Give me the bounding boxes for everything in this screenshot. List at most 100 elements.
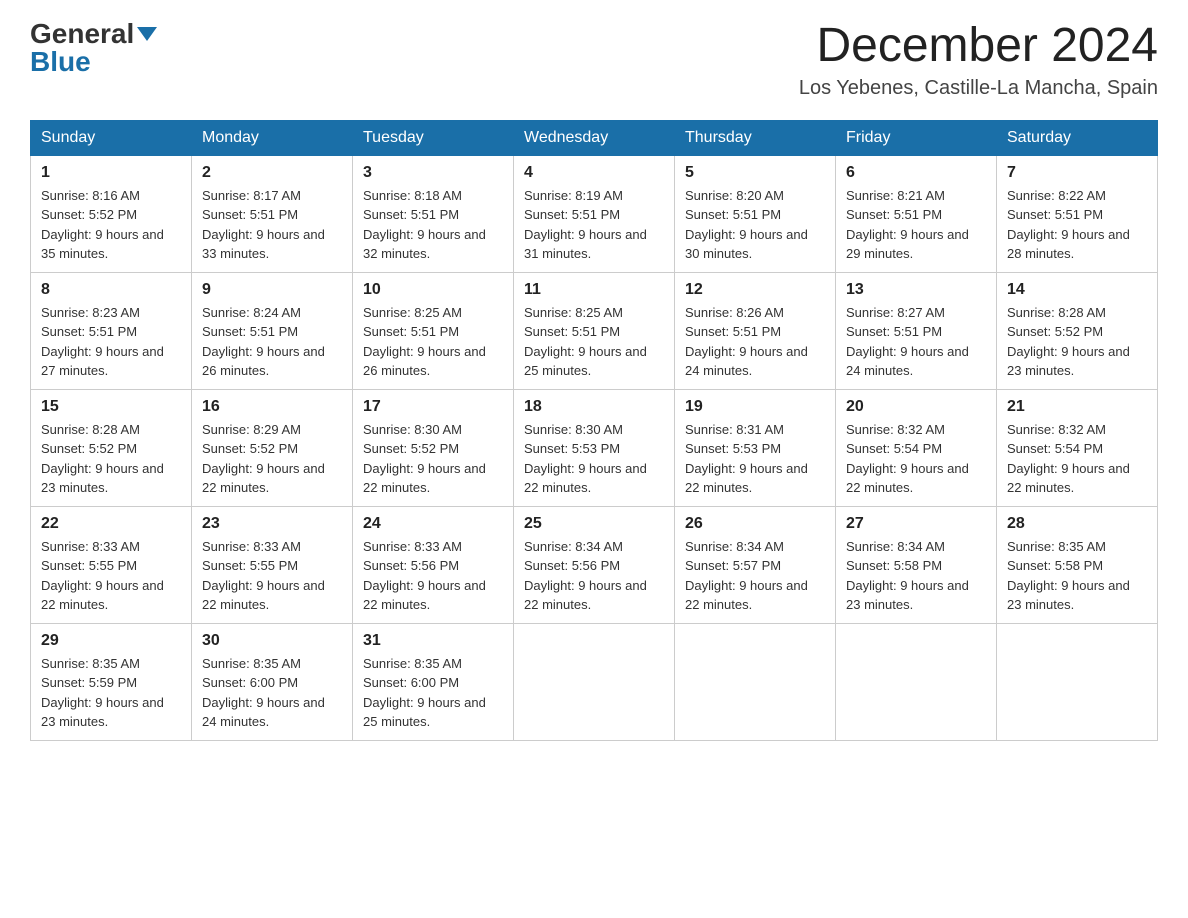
day-number: 12 [685,281,825,299]
title-section: December 2024 Los Yebenes, Castille-La M… [799,20,1158,100]
day-info: Sunrise: 8:34 AMSunset: 5:56 PMDaylight:… [524,537,664,615]
calendar-cell: 29Sunrise: 8:35 AMSunset: 5:59 PMDayligh… [31,623,192,740]
calendar-cell: 19 Sunrise: 8:31 AMSunset: 5:53 PMDayligh… [675,389,836,506]
day-number: 30 [202,632,342,650]
day-number: 1 [41,164,181,182]
day-number: 9 [202,281,342,299]
calendar-cell [836,623,997,740]
calendar-cell: 25Sunrise: 8:34 AMSunset: 5:56 PMDayligh… [514,506,675,623]
page-header: General Blue December 2024 Los Yebenes, … [30,20,1158,100]
day-info: Sunrise: 8:31 AMSunset: 5:53 PMDaylight:… [685,420,825,498]
day-info: Sunrise: 8:25 AMSunset: 5:51 PMDaylight:… [524,303,664,381]
weekday-header-friday: Friday [836,120,997,155]
day-number: 15 [41,398,181,416]
calendar-cell: 17Sunrise: 8:30 AMSunset: 5:52 PMDayligh… [353,389,514,506]
calendar-cell: 31 Sunrise: 8:35 AMSunset: 6:00 PMDayligh… [353,623,514,740]
day-number: 24 [363,515,503,533]
day-info: Sunrise: 8:19 AMSunset: 5:51 PMDaylight:… [524,186,664,264]
weekday-header-tuesday: Tuesday [353,120,514,155]
day-number: 31 [363,632,503,650]
day-info: Sunrise: 8:35 AMSunset: 5:58 PMDaylight:… [1007,537,1147,615]
calendar-header-row: SundayMondayTuesdayWednesdayThursdayFrid… [31,120,1158,155]
day-info: Sunrise: 8:16 AMSunset: 5:52 PMDaylight:… [41,186,181,264]
calendar-cell: 23 Sunrise: 8:33 AMSunset: 5:55 PMDayligh… [192,506,353,623]
calendar-cell: 16 Sunrise: 8:29 AMSunset: 5:52 PMDayligh… [192,389,353,506]
calendar-cell: 22 Sunrise: 8:33 AMSunset: 5:55 PMDayligh… [31,506,192,623]
day-info: Sunrise: 8:29 AMSunset: 5:52 PMDaylight:… [202,420,342,498]
day-number: 14 [1007,281,1147,299]
calendar-cell: 13 Sunrise: 8:27 AMSunset: 5:51 PMDayligh… [836,272,997,389]
calendar-cell: 1 Sunrise: 8:16 AMSunset: 5:52 PMDaylight… [31,155,192,272]
calendar-cell: 30 Sunrise: 8:35 AMSunset: 6:00 PMDayligh… [192,623,353,740]
day-number: 23 [202,515,342,533]
calendar-cell: 18Sunrise: 8:30 AMSunset: 5:53 PMDayligh… [514,389,675,506]
day-number: 22 [41,515,181,533]
day-number: 28 [1007,515,1147,533]
day-info: Sunrise: 8:33 AMSunset: 5:55 PMDaylight:… [202,537,342,615]
day-number: 7 [1007,164,1147,182]
day-info: Sunrise: 8:21 AMSunset: 5:51 PMDaylight:… [846,186,986,264]
day-info: Sunrise: 8:24 AMSunset: 5:51 PMDaylight:… [202,303,342,381]
day-info: Sunrise: 8:18 AMSunset: 5:51 PMDaylight:… [363,186,503,264]
logo-general-text: General [30,20,134,48]
day-number: 3 [363,164,503,182]
day-number: 18 [524,398,664,416]
day-info: Sunrise: 8:22 AMSunset: 5:51 PMDaylight:… [1007,186,1147,264]
day-info: Sunrise: 8:35 AMSunset: 6:00 PMDaylight:… [202,654,342,732]
day-number: 6 [846,164,986,182]
calendar-cell: 15 Sunrise: 8:28 AMSunset: 5:52 PMDayligh… [31,389,192,506]
weekday-header-monday: Monday [192,120,353,155]
calendar-cell [675,623,836,740]
day-info: Sunrise: 8:17 AMSunset: 5:51 PMDaylight:… [202,186,342,264]
calendar-cell: 10 Sunrise: 8:25 AMSunset: 5:51 PMDayligh… [353,272,514,389]
day-info: Sunrise: 8:34 AMSunset: 5:58 PMDaylight:… [846,537,986,615]
calendar-week-row: 1 Sunrise: 8:16 AMSunset: 5:52 PMDaylight… [31,155,1158,272]
day-number: 26 [685,515,825,533]
day-number: 8 [41,281,181,299]
day-info: Sunrise: 8:27 AMSunset: 5:51 PMDaylight:… [846,303,986,381]
day-info: Sunrise: 8:28 AMSunset: 5:52 PMDaylight:… [41,420,181,498]
day-info: Sunrise: 8:34 AMSunset: 5:57 PMDaylight:… [685,537,825,615]
day-info: Sunrise: 8:33 AMSunset: 5:55 PMDaylight:… [41,537,181,615]
day-info: Sunrise: 8:33 AMSunset: 5:56 PMDaylight:… [363,537,503,615]
logo: General Blue [30,20,157,76]
calendar-week-row: 15 Sunrise: 8:28 AMSunset: 5:52 PMDayligh… [31,389,1158,506]
day-info: Sunrise: 8:26 AMSunset: 5:51 PMDaylight:… [685,303,825,381]
day-number: 13 [846,281,986,299]
calendar-cell: 24 Sunrise: 8:33 AMSunset: 5:56 PMDayligh… [353,506,514,623]
logo-blue-text: Blue [30,48,91,76]
calendar-cell: 4Sunrise: 8:19 AMSunset: 5:51 PMDaylight… [514,155,675,272]
day-info: Sunrise: 8:20 AMSunset: 5:51 PMDaylight:… [685,186,825,264]
day-info: Sunrise: 8:35 AMSunset: 6:00 PMDaylight:… [363,654,503,732]
day-number: 17 [363,398,503,416]
day-number: 16 [202,398,342,416]
day-number: 2 [202,164,342,182]
calendar-cell: 20 Sunrise: 8:32 AMSunset: 5:54 PMDayligh… [836,389,997,506]
calendar-cell: 21Sunrise: 8:32 AMSunset: 5:54 PMDayligh… [997,389,1158,506]
calendar-cell: 3 Sunrise: 8:18 AMSunset: 5:51 PMDaylight… [353,155,514,272]
day-number: 10 [363,281,503,299]
weekday-header-saturday: Saturday [997,120,1158,155]
day-info: Sunrise: 8:35 AMSunset: 5:59 PMDaylight:… [41,654,181,732]
calendar-cell [514,623,675,740]
calendar-cell: 2 Sunrise: 8:17 AMSunset: 5:51 PMDaylight… [192,155,353,272]
day-number: 21 [1007,398,1147,416]
day-number: 19 [685,398,825,416]
calendar-cell: 12 Sunrise: 8:26 AMSunset: 5:51 PMDayligh… [675,272,836,389]
calendar-cell: 28 Sunrise: 8:35 AMSunset: 5:58 PMDayligh… [997,506,1158,623]
day-number: 20 [846,398,986,416]
logo-triangle-icon [137,27,157,41]
calendar-week-row: 8 Sunrise: 8:23 AMSunset: 5:51 PMDaylight… [31,272,1158,389]
day-info: Sunrise: 8:23 AMSunset: 5:51 PMDaylight:… [41,303,181,381]
day-info: Sunrise: 8:28 AMSunset: 5:52 PMDaylight:… [1007,303,1147,381]
day-number: 5 [685,164,825,182]
day-info: Sunrise: 8:25 AMSunset: 5:51 PMDaylight:… [363,303,503,381]
calendar-cell: 5 Sunrise: 8:20 AMSunset: 5:51 PMDaylight… [675,155,836,272]
calendar-cell: 11Sunrise: 8:25 AMSunset: 5:51 PMDayligh… [514,272,675,389]
weekday-header-wednesday: Wednesday [514,120,675,155]
calendar-cell: 6 Sunrise: 8:21 AMSunset: 5:51 PMDaylight… [836,155,997,272]
day-info: Sunrise: 8:32 AMSunset: 5:54 PMDaylight:… [846,420,986,498]
weekday-header-thursday: Thursday [675,120,836,155]
location-title: Los Yebenes, Castille-La Mancha, Spain [799,77,1158,100]
weekday-header-sunday: Sunday [31,120,192,155]
